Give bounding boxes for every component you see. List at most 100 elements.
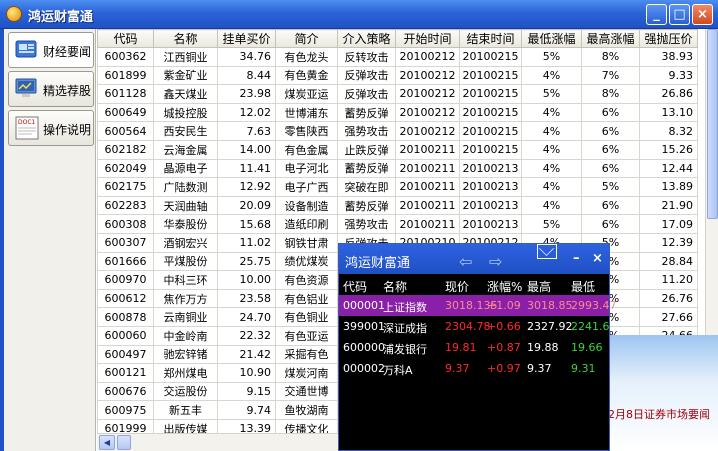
table-cell: 鱼牧湖南 bbox=[275, 400, 338, 420]
table-cell: 4% bbox=[521, 65, 582, 86]
table-cell: 20100212 bbox=[395, 102, 460, 123]
table-cell: 20100215 bbox=[459, 65, 522, 86]
quote-cell: +0.87 bbox=[487, 341, 521, 354]
column-header[interactable]: 强抛压价 bbox=[639, 29, 698, 48]
table-row[interactable]: 601899 紫金矿业 8.44 有色黄金 反弹攻击 20100212 20100215 4%… bbox=[97, 65, 698, 86]
maximize-button[interactable]: □ bbox=[669, 4, 690, 25]
table-cell: 20100211 bbox=[395, 214, 460, 234]
table-cell: 中科三环 bbox=[153, 270, 218, 290]
table-row[interactable]: 602175 广陆数测 12.92 电子广西 突破在即 20100211 20100213 4… bbox=[97, 177, 698, 197]
table-cell: 27.66 bbox=[639, 307, 698, 327]
table-cell: 西安民生 bbox=[153, 121, 218, 141]
table-cell: 20100211 bbox=[395, 158, 460, 179]
table-cell: 21.42 bbox=[217, 344, 276, 365]
close-button[interactable]: × bbox=[692, 4, 713, 25]
table-cell: 采掘有色 bbox=[275, 344, 338, 365]
table-cell: 602182 bbox=[97, 139, 154, 160]
column-header[interactable]: 简介 bbox=[275, 29, 338, 48]
table-row[interactable]: 600564 西安民生 7.63 零售陕西 强势攻击 20100212 20100215 4%… bbox=[97, 121, 698, 141]
quote-row[interactable]: 000001 上证指数 3018.135 +1.09 3018.85 2993.47 bbox=[339, 295, 617, 316]
column-header[interactable]: 介入策略 bbox=[337, 29, 396, 48]
minimize-button[interactable]: _ bbox=[646, 4, 667, 25]
quote-cell: 9.37 bbox=[527, 362, 552, 375]
table-cell: 止跌反弹 bbox=[337, 139, 396, 160]
table-cell: 5% bbox=[581, 177, 640, 197]
table-row[interactable]: 602182 云海金属 14.00 有色金属 止跌反弹 20100211 20100215 4… bbox=[97, 139, 698, 160]
quote-cell: 2327.92 bbox=[527, 320, 573, 333]
column-header[interactable]: 名称 bbox=[153, 29, 218, 48]
scroll-thumb[interactable] bbox=[117, 435, 131, 450]
table-cell: 23.98 bbox=[217, 84, 276, 104]
quote-cell: 399001 bbox=[343, 320, 385, 333]
table-cell: 601128 bbox=[97, 84, 154, 104]
table-row[interactable]: 600308 华泰股份 15.68 造纸印刷 强势攻击 20100211 20100213 5… bbox=[97, 214, 698, 234]
table-cell: 云海金属 bbox=[153, 139, 218, 160]
scroll-thumb[interactable] bbox=[707, 29, 718, 219]
nav-label: 精选荐股 bbox=[43, 84, 92, 98]
table-cell: 17.09 bbox=[639, 214, 698, 234]
table-cell: 6% bbox=[581, 121, 640, 141]
quote-row[interactable]: 399001 深证成指 2304.78 +0.66 2327.92 2241.6 bbox=[339, 316, 610, 337]
table-row[interactable]: 602049 晶源电子 11.41 电子河北 蓄势反弹 20100211 20100213 4… bbox=[97, 158, 698, 179]
table-cell: 有色黄金 bbox=[275, 65, 338, 86]
nav-item-news[interactable]: 财经要闻 bbox=[8, 32, 94, 68]
table-cell: 600970 bbox=[97, 270, 154, 290]
nav-label: 财经要闻 bbox=[43, 45, 92, 59]
table-cell: 8.32 bbox=[639, 121, 698, 141]
table-cell: 8.44 bbox=[217, 65, 276, 86]
table-cell: 云南铜业 bbox=[153, 307, 218, 327]
table-row[interactable]: 600649 城投控股 12.02 世博浦东 蓄势反弹 20100212 20100215 4… bbox=[97, 102, 698, 123]
table-cell: 8% bbox=[581, 84, 640, 104]
table-cell: 6% bbox=[581, 214, 640, 234]
quote-cell: 19.81 bbox=[445, 341, 477, 354]
window-titlebar: 鸿运财富通 _ □ × bbox=[0, 0, 718, 29]
table-row[interactable]: 602283 天润曲轴 20.09 设备制造 蓄势反弹 20100211 20100213 4… bbox=[97, 195, 698, 216]
table-header: 代码 名称 挂单买价 简介 介入策略 开始时间 结束时间 最低涨幅 最高涨幅 强抛压价 bbox=[97, 29, 698, 48]
table-cell: 12.92 bbox=[217, 177, 276, 197]
table-cell: 有色龙头 bbox=[275, 47, 338, 67]
doc-badge: DOC1 bbox=[18, 119, 36, 126]
table-cell: 600121 bbox=[97, 363, 154, 383]
quote-cell: +0.97 bbox=[487, 362, 521, 375]
quote-cell: 万科A bbox=[383, 364, 413, 377]
quote-popup: 鸿运财富通 ⇦ ⇨ – × 代码 名称 现价 涨幅% 最高 最低 000001 上证指数 301… bbox=[338, 243, 617, 451]
nav-item-instructions[interactable]: DOC1 操作说明 bbox=[8, 110, 94, 146]
nav-item-stock-picks[interactable]: 精选荐股 bbox=[8, 71, 94, 107]
arrow-left-icon[interactable]: ⇦ bbox=[459, 254, 483, 270]
arrow-right-icon[interactable]: ⇨ bbox=[489, 254, 513, 270]
table-cell: 7.63 bbox=[217, 121, 276, 141]
table-cell: 12.44 bbox=[639, 158, 698, 179]
table-row[interactable]: 600362 江西铜业 34.76 有色龙头 反转攻击 20100212 20100215 5… bbox=[97, 47, 698, 67]
table-cell: 鑫天煤业 bbox=[153, 84, 218, 104]
table-row[interactable]: 601128 鑫天煤业 23.98 煤炭亚运 反弹攻击 20100212 20100215 5… bbox=[97, 84, 698, 104]
column-header[interactable]: 开始时间 bbox=[395, 29, 460, 48]
table-cell: 4% bbox=[521, 139, 582, 160]
popup-close-button[interactable]: × bbox=[592, 251, 603, 266]
table-cell: 4% bbox=[521, 195, 582, 216]
table-cell: 反弹攻击 bbox=[337, 84, 396, 104]
quote-row[interactable]: 600000 浦发银行 19.81 +0.87 19.88 19.66 bbox=[339, 337, 609, 358]
column-header[interactable]: 结束时间 bbox=[459, 29, 522, 48]
table-cell: 26.86 bbox=[639, 84, 698, 104]
news-ticker[interactable]: 2月8日证券市场要闻 bbox=[608, 406, 710, 422]
column-header[interactable]: 最低涨幅 bbox=[521, 29, 582, 48]
quote-cell: 9.31 bbox=[571, 362, 596, 375]
column-header[interactable]: 最高涨幅 bbox=[581, 29, 640, 48]
table-cell: 4% bbox=[521, 158, 582, 179]
mail-icon[interactable] bbox=[537, 244, 557, 259]
quote-row[interactable]: 000002 万科A 9.37 +0.97 9.37 9.31 bbox=[339, 358, 609, 379]
popup-minimize-button[interactable]: – bbox=[573, 251, 580, 266]
table-cell: 38.93 bbox=[639, 47, 698, 67]
column-header[interactable]: 挂单买价 bbox=[217, 29, 276, 48]
table-cell: 13.89 bbox=[639, 177, 698, 197]
quote-cell: 2304.78 bbox=[445, 320, 491, 333]
nav-label: 操作说明 bbox=[43, 123, 92, 137]
table-cell: 有色铝业 bbox=[275, 288, 338, 309]
scroll-left-icon[interactable]: ◀ bbox=[99, 435, 115, 450]
table-cell: 600564 bbox=[97, 121, 154, 141]
table-cell: 9.74 bbox=[217, 400, 276, 420]
table-cell: 6% bbox=[581, 139, 640, 160]
table-cell: 8% bbox=[581, 47, 640, 67]
column-header[interactable]: 代码 bbox=[97, 29, 154, 48]
table-cell: 20100215 bbox=[459, 121, 522, 141]
